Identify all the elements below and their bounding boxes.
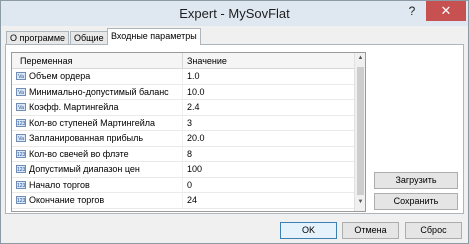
load-button[interactable]: Загрузить [374, 172, 458, 189]
scroll-up-icon[interactable]: ▲ [355, 55, 365, 65]
parameter-value[interactable]: 2.4 [187, 102, 200, 112]
scroll-down-icon[interactable]: ▼ [355, 199, 365, 209]
parameters-grid: Переменная Значение Va Объем ордера 1.0 Va… [11, 52, 366, 212]
title-bar: Expert - MySovFlat ? ✕ [1, 1, 468, 26]
parameter-value[interactable]: 20.0 [187, 133, 205, 143]
double-type-icon: Va [16, 72, 26, 80]
grid-header: Переменная Значение [12, 53, 354, 69]
close-button[interactable]: ✕ [426, 1, 466, 21]
integer-type-icon: 123 [16, 118, 26, 127]
parameter-value[interactable]: 10.0 [187, 87, 205, 97]
table-row[interactable]: Va Коэфф. Мартингейла 2.4 [12, 100, 354, 116]
parameter-name: Кол-во ступеней Мартингейла [29, 117, 155, 128]
double-type-icon: Va [16, 103, 26, 111]
parameter-name: Начало торгов [29, 179, 90, 190]
parameter-value[interactable]: 3 [187, 118, 192, 128]
table-row[interactable]: 123 Допустимый диапазон цен 100 [12, 162, 354, 178]
integer-type-icon: 123 [16, 165, 26, 173]
table-row[interactable]: Va Объем ордера 1.0 [12, 69, 354, 85]
window-title: Expert - MySovFlat [179, 6, 290, 21]
parameter-value[interactable]: 100 [187, 164, 202, 174]
parameter-value[interactable]: 0 [187, 180, 192, 190]
parameter-name: Коэфф. Мартингейла [29, 102, 119, 112]
parameter-name: Минимально-допустимый баланс [29, 86, 169, 97]
double-type-icon: Va [16, 134, 26, 142]
table-row[interactable]: 123 Кол-во свечей во флэте 8 [12, 146, 354, 162]
integer-type-icon: 123 [16, 196, 26, 204]
column-header-value[interactable]: Значение [187, 56, 227, 66]
parameter-name: Объем ордера [29, 71, 91, 81]
table-row[interactable]: 123 Начало торгов 0 [12, 177, 354, 193]
parameter-name: Запланированная прибыль [29, 133, 144, 143]
parameter-value[interactable]: 24 [187, 195, 197, 205]
cancel-button[interactable]: Отмена [342, 222, 399, 239]
table-row[interactable]: 123 Окончание торгов 24 [12, 193, 354, 209]
grid-rows: Va Объем ордера 1.0 Va Минимально-допустимы… [12, 69, 354, 209]
tab-input-parameters[interactable]: Входные параметры [107, 28, 201, 45]
column-divider [182, 53, 183, 68]
parameter-name: Допустимый диапазон цен [29, 164, 140, 174]
save-button[interactable]: Сохранить [374, 193, 458, 210]
reset-button[interactable]: Сброс [405, 222, 462, 239]
column-header-variable[interactable]: Переменная [20, 56, 73, 66]
parameter-value[interactable]: 8 [187, 149, 192, 159]
parameter-name: Окончание торгов [29, 195, 105, 205]
table-row[interactable]: Va Минимально-допустимый баланс 10.0 [12, 84, 354, 100]
tab-about[interactable]: О программе [6, 31, 70, 45]
tab-general[interactable]: Общие [70, 31, 108, 45]
integer-type-icon: 123 [16, 180, 26, 189]
ok-button[interactable]: OK [280, 222, 337, 239]
expert-dialog: Expert - MySovFlat ? ✕ О программе Общие… [0, 0, 469, 244]
double-type-icon: Va [16, 87, 26, 96]
integer-type-icon: 123 [16, 149, 26, 158]
table-row[interactable]: 123 Кол-во ступеней Мартингейла 3 [12, 115, 354, 131]
help-button[interactable]: ? [405, 4, 419, 20]
vertical-scrollbar[interactable]: ▲ ▼ [354, 53, 365, 211]
parameter-name: Кол-во свечей во флэте [29, 148, 129, 159]
table-row[interactable]: Va Запланированная прибыль 20.0 [12, 131, 354, 147]
parameter-value[interactable]: 1.0 [187, 71, 200, 81]
scroll-thumb[interactable] [357, 67, 364, 195]
